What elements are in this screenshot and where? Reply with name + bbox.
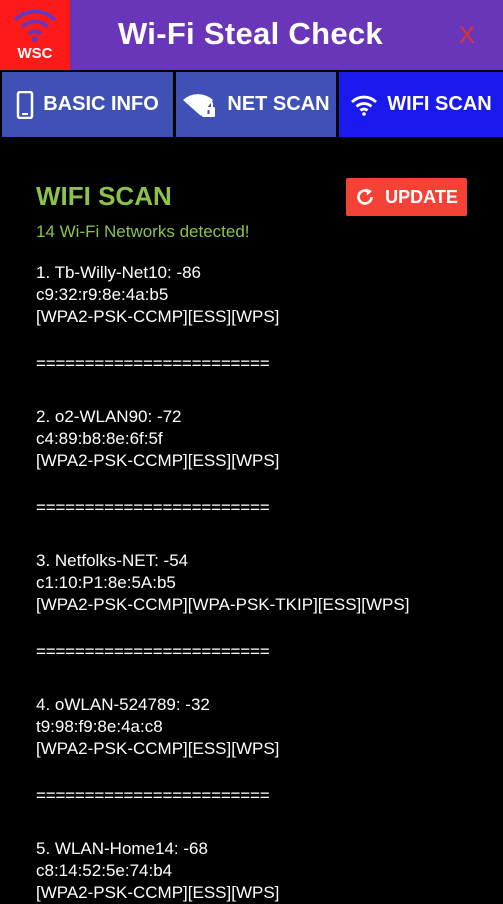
network-item: 2. o2-WLAN90: -72 c4:89:b8:8e:6f:5f [WPA… — [36, 406, 496, 472]
networks-detected-text: 14 Wi-Fi Networks detected! — [36, 222, 250, 241]
logo-text: WSC — [17, 45, 53, 62]
network-mac: t9:98:f9:8e:4a:c8 — [36, 717, 163, 736]
network-item: 5. WLAN-Home14: -68 c8:14:52:5e:74:b4 [W… — [36, 838, 496, 904]
phone-icon — [16, 90, 34, 119]
tab-bar: BASIC INFO NET SCAN WIFI SCAN — [0, 70, 503, 138]
tab-net-scan[interactable]: NET SCAN — [176, 72, 336, 137]
wifi-logo-icon — [13, 9, 57, 42]
network-security-flags: [WPA2-PSK-CCMP][ESS][WPS] — [36, 307, 280, 326]
tab-net-scan-label: NET SCAN — [227, 93, 330, 115]
tab-wifi-scan-label: WIFI SCAN — [387, 93, 492, 115]
separator: ======================== — [36, 498, 270, 517]
network-security-flags: [WPA2-PSK-CCMP][WPA-PSK-TKIP][ESS][WPS] — [36, 595, 410, 614]
close-button[interactable]: X — [459, 22, 475, 50]
app-logo: WSC — [0, 0, 70, 70]
network-item: 4. oWLAN-524789: -32 t9:98:f9:8e:4a:c8 [… — [36, 694, 496, 760]
network-security-flags: [WPA2-PSK-CCMP][ESS][WPS] — [36, 883, 280, 902]
network-list: 1. Tb-Willy-Net10: -86 c9:32:r9:8e:4a:b5… — [36, 262, 496, 904]
network-security-flags: [WPA2-PSK-CCMP][ESS][WPS] — [36, 739, 280, 758]
network-name-signal: 4. oWLAN-524789: -32 — [36, 695, 210, 714]
separator: ======================== — [36, 642, 270, 661]
wifi-lock-icon — [183, 93, 216, 117]
network-mac: c1:10:P1:8e:5A:b5 — [36, 573, 176, 592]
wifi-icon — [351, 95, 378, 116]
network-mac: c8:14:52:5e:74:b4 — [36, 861, 173, 880]
separator: ======================== — [36, 786, 270, 805]
network-name-signal: 2. o2-WLAN90: -72 — [36, 407, 182, 426]
section-title: WIFI SCAN — [36, 181, 172, 211]
network-item: 3. Netfolks-NET: -54 c1:10:P1:8e:5A:b5 [… — [36, 550, 496, 616]
network-name-signal: 5. WLAN-Home14: -68 — [36, 839, 208, 858]
network-name-signal: 3. Netfolks-NET: -54 — [36, 551, 189, 570]
network-mac: c9:32:r9:8e:4a:b5 — [36, 285, 169, 304]
network-security-flags: [WPA2-PSK-CCMP][ESS][WPS] — [36, 451, 280, 470]
app-title: Wi-Fi Steal Check — [118, 16, 383, 51]
network-item: 1. Tb-Willy-Net10: -86 c9:32:r9:8e:4a:b5… — [36, 262, 496, 328]
app-bar: WSC Wi-Fi Steal Check X — [0, 0, 503, 70]
tab-basic-info[interactable]: BASIC INFO — [2, 72, 173, 137]
separator: ======================== — [36, 354, 270, 373]
wifi-scan-panel: WIFI SCAN UPDATE 14 Wi-Fi Networks detec… — [0, 138, 503, 902]
tab-wifi-scan[interactable]: WIFI SCAN — [339, 72, 503, 137]
refresh-icon — [357, 188, 373, 205]
update-button[interactable]: UPDATE — [346, 178, 467, 216]
update-label: UPDATE — [385, 186, 458, 207]
network-mac: c4:89:b8:8e:6f:5f — [36, 429, 163, 448]
network-name-signal: 1. Tb-Willy-Net10: -86 — [36, 263, 202, 282]
tab-basic-info-label: BASIC INFO — [43, 93, 159, 115]
